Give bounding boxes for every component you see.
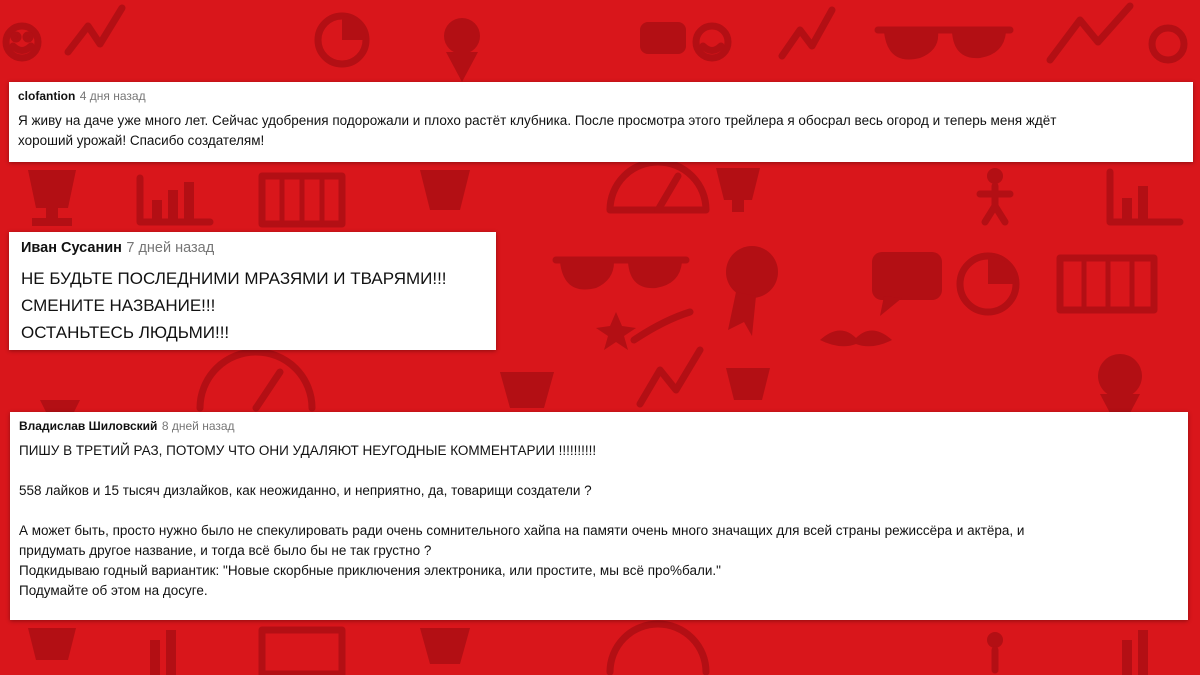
gauge-icon bbox=[196, 348, 316, 412]
comment-text: Я живу на даче уже много лет. Сейчас удо… bbox=[18, 111, 1184, 151]
comment-text: ПИШУ В ТРЕТИЙ РАЗ, ПОТОМУ ЧТО ОНИ УДАЛЯЮ… bbox=[19, 441, 1179, 601]
comment-header: clofantion 4 дня назад bbox=[18, 87, 1184, 105]
gauge-icon bbox=[606, 158, 710, 214]
comment-time[interactable]: 8 дней назад bbox=[162, 419, 235, 433]
cup-icon bbox=[420, 628, 470, 664]
pie-chart-icon bbox=[314, 12, 370, 68]
comment-line: 558 лайков и 15 тысяч дизлайков, как нео… bbox=[19, 483, 592, 498]
comment-line: Подумайте об этом на досуге. bbox=[19, 583, 208, 598]
comment-line: НЕ БУДЬТЕ ПОСЛЕДНИМИ МРАЗЯМИ И ТВАРЯМИ!!… bbox=[21, 269, 447, 288]
comment-header: Владислав Шиловский 8 дней назад bbox=[19, 417, 1179, 435]
comment-line: ОСТАНЬТЕСЬ ЛЮДЬМИ!!! bbox=[21, 323, 230, 342]
trend-line-icon bbox=[64, 4, 126, 56]
bar-chart-icon bbox=[136, 174, 214, 226]
ice-cream-icon bbox=[444, 18, 480, 82]
comment-line: Подкидываю годный вариантик: "Новые скор… bbox=[19, 563, 721, 578]
comment-text: НЕ БУДЬТЕ ПОСЛЕДНИМИ МРАЗЯМИ И ТВАРЯМИ!!… bbox=[21, 265, 484, 346]
comment-line: А может быть, просто нужно было не спеку… bbox=[19, 523, 1025, 538]
cup-icon bbox=[420, 170, 470, 210]
person-icon bbox=[976, 168, 1014, 226]
comment-line: ПИШУ В ТРЕТИЙ РАЗ, ПОТОМУ ЧТО ОНИ УДАЛЯЮ… bbox=[19, 443, 597, 458]
cup-icon bbox=[500, 372, 554, 408]
smiley-icon bbox=[692, 22, 732, 62]
play-button-icon bbox=[640, 22, 686, 54]
piano-icon bbox=[258, 626, 346, 675]
comment-line: Я живу на даче уже много лет. Сейчас удо… bbox=[18, 113, 1057, 128]
trophy-icon bbox=[28, 628, 76, 660]
trend-line-icon bbox=[778, 6, 836, 60]
sunglasses-icon bbox=[874, 26, 1014, 60]
pie-chart-icon bbox=[956, 252, 1020, 316]
bar-chart-icon bbox=[1122, 630, 1148, 675]
comment-card: Владислав Шиловский 8 дней назад ПИШУ В … bbox=[10, 412, 1188, 620]
comment-line: СМЕНИТЕ НАЗВАНИЕ!!! bbox=[21, 296, 216, 315]
speech-bubble-icon bbox=[872, 252, 942, 316]
trophy-icon bbox=[28, 170, 76, 226]
trend-line-icon bbox=[1046, 2, 1134, 64]
comment-time[interactable]: 7 дней назад bbox=[126, 240, 214, 256]
piano-icon bbox=[1056, 254, 1158, 314]
comment-author[interactable]: clofantion bbox=[18, 89, 75, 103]
gauge-icon bbox=[606, 620, 710, 675]
bar-chart-icon bbox=[1106, 168, 1184, 226]
mustache-icon bbox=[820, 330, 892, 347]
comment-line: придумать другое название, и тогда всё б… bbox=[19, 543, 432, 558]
comment-line: хороший урожай! Спасибо создателям! bbox=[18, 133, 265, 148]
smiley-icon bbox=[2, 22, 42, 62]
trend-line-icon bbox=[636, 346, 704, 408]
person-icon bbox=[987, 632, 1003, 674]
bar-chart-icon bbox=[150, 630, 176, 675]
trophy-icon bbox=[716, 168, 760, 212]
comment-card: Иван Сусанин 7 дней назад НЕ БУДЬТЕ ПОСЛ… bbox=[9, 232, 496, 350]
trophy-icon bbox=[726, 368, 770, 400]
smiley-icon bbox=[1148, 24, 1188, 64]
comment-author[interactable]: Владислав Шиловский bbox=[19, 419, 157, 433]
award-ribbon-icon bbox=[726, 246, 778, 336]
comment-card: clofantion 4 дня назад Я живу на даче уж… bbox=[9, 82, 1193, 162]
comment-author[interactable]: Иван Сусанин bbox=[21, 240, 122, 256]
comment-header: Иван Сусанин 7 дней назад bbox=[21, 239, 484, 257]
comment-time[interactable]: 4 дня назад bbox=[80, 89, 146, 103]
sunglasses-icon bbox=[552, 256, 690, 290]
shooting-star-icon bbox=[596, 308, 694, 350]
piano-icon bbox=[258, 172, 346, 228]
